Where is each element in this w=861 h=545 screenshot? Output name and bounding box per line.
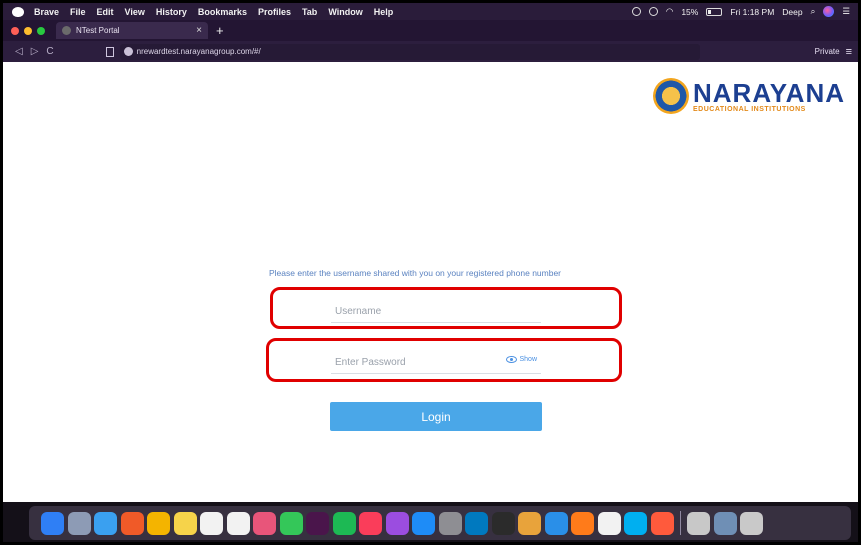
login-page: NARAYANA EDUCATIONAL INSTITUTIONS Please… [3,62,858,502]
menu-tab[interactable]: Tab [302,7,317,17]
browser-toolbar: ◁ ▷ C nrewardtest.narayanagroup.com/#/ P… [3,41,858,62]
calendar-icon[interactable] [200,511,223,535]
tab-close-icon[interactable]: × [196,25,202,36]
tab-strip: NTest Portal × + [3,20,858,41]
login-button[interactable]: Login [330,402,542,431]
system-preferences-icon[interactable] [438,511,462,535]
dock [29,506,851,540]
narayana-logo: NARAYANA EDUCATIONAL INSTITUTIONS [653,78,845,114]
keychain-icon[interactable] [687,511,710,535]
menu-history[interactable]: History [156,7,187,17]
menu-help[interactable]: Help [374,7,394,17]
dock-area [3,502,858,542]
bookmark-icon[interactable] [105,46,114,57]
forward-button[interactable]: ▷ [31,46,39,57]
focus-icon[interactable] [648,7,658,16]
status-icon[interactable] [631,7,641,16]
menu-file[interactable]: File [70,7,86,17]
music-icon[interactable] [359,511,382,535]
launchpad-icon[interactable] [67,511,91,535]
private-badge: Private [814,47,840,56]
address-bar[interactable]: nrewardtest.narayanagroup.com/#/ [119,43,700,60]
menu-view[interactable]: View [125,7,145,17]
show-password-toggle[interactable]: Show [506,356,537,363]
username-field[interactable] [331,301,541,323]
site-info-icon[interactable] [123,47,133,56]
battery-icon[interactable] [706,7,723,16]
brave-icon[interactable] [120,511,144,535]
siri-icon[interactable] [823,6,835,17]
menu-app-name[interactable]: Brave [34,7,59,17]
compass-app-icon[interactable] [650,511,674,535]
clock[interactable]: Fri 1:18 PM [730,7,774,17]
menu-edit[interactable]: Edit [97,7,114,17]
vscode-icon[interactable] [544,511,568,535]
finder-icon[interactable] [41,511,64,535]
zoom-window-button[interactable] [37,26,45,35]
narayana-emblem-icon [653,78,689,114]
logo-text: NARAYANA [693,77,846,108]
slack-icon[interactable] [306,511,329,535]
url-text[interactable]: nrewardtest.narayanagroup.com/#/ [137,47,261,56]
notes-icon[interactable] [173,511,197,535]
trash-icon[interactable] [740,511,763,535]
reload-button[interactable]: C [46,46,53,57]
screen: Brave File Edit View History Bookmarks P… [3,3,858,542]
photos-icon[interactable] [253,511,276,535]
menu-window[interactable]: Window [328,7,362,17]
show-label: Show [519,356,537,363]
user-name[interactable]: Deep [782,7,802,17]
postman-icon[interactable] [597,511,621,535]
window-controls [11,26,50,35]
minimize-window-button[interactable] [24,26,32,35]
close-window-button[interactable] [11,26,19,35]
trello-icon[interactable] [465,511,488,535]
menubar-status-area: ◠ 15% Fri 1:18 PM Deep ⌕ ☰ [631,6,858,17]
tab-ntest-portal[interactable]: NTest Portal × [56,22,208,39]
reminders-icon[interactable] [226,511,250,535]
spotify-icon[interactable] [332,511,356,535]
menu-profiles[interactable]: Profiles [258,7,291,17]
eye-icon [506,356,518,363]
menu-bookmarks[interactable]: Bookmarks [198,7,247,17]
battery-percent[interactable]: 15% [681,7,698,17]
back-button[interactable]: ◁ [15,46,23,57]
firefox-icon[interactable] [571,511,594,535]
control-center-icon[interactable]: ☰ [842,6,850,17]
chrome-icon[interactable] [147,511,170,535]
safari-icon[interactable] [94,511,117,535]
skype-icon[interactable] [624,511,647,535]
pigeon-app-icon[interactable] [518,511,541,535]
spotlight-icon[interactable]: ⌕ [811,6,816,17]
new-tab-button[interactable]: + [216,23,224,38]
podcasts-icon[interactable] [385,511,409,535]
browser-menu-icon[interactable]: ≡ [846,46,852,58]
tab-favicon-icon [62,26,71,35]
login-hint-text: Please enter the username shared with yo… [269,268,562,278]
logo-wordmark: NARAYANA EDUCATIONAL INSTITUTIONS [693,80,845,113]
tab-title: NTest Portal [76,26,120,35]
password-field[interactable]: Show [331,352,541,374]
facetime-icon[interactable] [279,511,303,535]
mac-menubar: Brave File Edit View History Bookmarks P… [3,3,858,20]
wifi-icon[interactable]: ◠ [666,6,673,17]
terminal-icon[interactable] [491,511,515,535]
apple-icon[interactable] [12,6,24,17]
username-input[interactable] [331,301,541,322]
dock-separator [680,511,681,535]
preview-icon[interactable] [713,511,737,535]
app-store-icon[interactable] [412,511,435,535]
